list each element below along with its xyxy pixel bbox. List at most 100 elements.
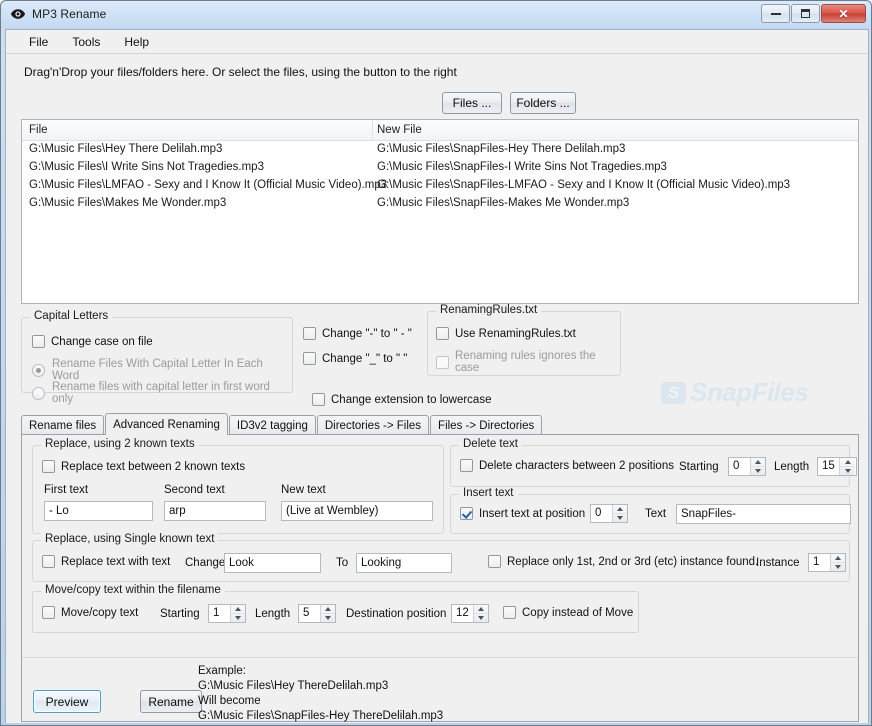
stepper-up-icon[interactable] bbox=[831, 554, 845, 563]
folders-button[interactable]: Folders ... bbox=[510, 92, 576, 114]
stepper-arrows[interactable] bbox=[830, 554, 845, 571]
capital-letters-group: Capital Letters Change case on file Rena… bbox=[21, 310, 293, 405]
example-source: G:\Music Files\Hey ThereDelilah.mp3 bbox=[198, 680, 389, 692]
tab-files-to-directories[interactable]: Files -> Directories bbox=[430, 415, 543, 435]
column-separator bbox=[372, 120, 373, 141]
delete-text-legend: Delete text bbox=[459, 438, 522, 450]
stepper-arrows[interactable] bbox=[473, 605, 488, 622]
tab-rename-files[interactable]: Rename files bbox=[21, 415, 105, 435]
cell-file: G:\Music Files\Makes Me Wonder.mp3 bbox=[29, 197, 227, 209]
stepper-arrows[interactable] bbox=[230, 605, 245, 622]
stepper-up-icon[interactable] bbox=[321, 605, 335, 614]
stepper-arrows[interactable] bbox=[750, 458, 765, 475]
stepper-down-icon[interactable] bbox=[831, 563, 845, 571]
move-length-stepper[interactable]: 5 bbox=[298, 604, 336, 623]
use-renaming-rules-checkbox[interactable]: Use RenamingRules.txt bbox=[436, 327, 576, 340]
checkbox-label: Renaming rules ignores the case bbox=[455, 350, 596, 374]
table-row[interactable]: G:\Music Files\I Write Sins Not Tragedie… bbox=[22, 159, 858, 177]
tab-advanced-renaming[interactable]: Advanced Renaming bbox=[105, 413, 228, 435]
checkbox-label: Delete characters between 2 positions bbox=[479, 459, 674, 472]
checkbox-box bbox=[42, 460, 55, 473]
tab-id3v2-tagging[interactable]: ID3v2 tagging bbox=[228, 415, 316, 435]
example-block: Example: G:\Music Files\Hey ThereDelilah… bbox=[198, 664, 443, 724]
delete-characters-checkbox[interactable]: Delete characters between 2 positions bbox=[460, 459, 674, 472]
tab-directories-to-files[interactable]: Directories -> Files bbox=[316, 415, 430, 435]
move-length-label: Length bbox=[255, 608, 291, 620]
stepper-down-icon[interactable] bbox=[474, 614, 488, 622]
stepper-up-icon[interactable] bbox=[231, 605, 245, 614]
radio-capital-each-word[interactable]: Rename Files With Capital Letter In Each… bbox=[32, 358, 292, 382]
change-extension-lowercase-checkbox[interactable]: Change extension to lowercase bbox=[312, 393, 491, 406]
menu-help[interactable]: Help bbox=[113, 32, 160, 52]
change-dash-checkbox[interactable]: Change "-" to " - " bbox=[303, 327, 412, 340]
stepper-value: 1 bbox=[213, 607, 220, 619]
first-text-input[interactable] bbox=[44, 501, 153, 521]
app-root: MP3 Rename ✕ File Tools Help Drag'n'Drop… bbox=[0, 0, 872, 726]
change-text-input[interactable] bbox=[224, 553, 321, 573]
eye-icon bbox=[10, 9, 26, 19]
footer-divider bbox=[22, 657, 858, 658]
move-copy-text-checkbox[interactable]: Move/copy text bbox=[42, 606, 138, 619]
move-starting-stepper[interactable]: 1 bbox=[208, 604, 246, 623]
change-case-on-file-checkbox[interactable]: Change case on file bbox=[32, 335, 153, 348]
to-text-input[interactable] bbox=[356, 553, 452, 573]
instance-stepper[interactable]: 1 bbox=[808, 553, 846, 572]
minimize-button[interactable] bbox=[761, 4, 790, 23]
checkbox-label: Copy instead of Move bbox=[522, 606, 634, 619]
radio-circle bbox=[32, 363, 45, 377]
close-button[interactable]: ✕ bbox=[821, 4, 866, 23]
advanced-renaming-panel: Replace, using 2 known texts Replace tex… bbox=[21, 434, 859, 722]
stepper-up-icon[interactable] bbox=[613, 505, 627, 514]
replace-between-two-texts-checkbox[interactable]: Replace text between 2 known texts bbox=[42, 460, 245, 473]
window-title: MP3 Rename bbox=[32, 7, 107, 21]
menu-file[interactable]: File bbox=[18, 32, 59, 52]
column-header-new-file[interactable]: New File bbox=[377, 124, 422, 136]
second-text-label: Second text bbox=[164, 484, 225, 496]
stepper-value: 5 bbox=[303, 607, 310, 619]
checkbox-label: Change case on file bbox=[51, 335, 153, 348]
insert-text-label: Text bbox=[645, 508, 667, 520]
rename-button[interactable]: Rename bbox=[140, 690, 202, 713]
insert-text-at-position-checkbox[interactable]: Insert text at position bbox=[460, 507, 585, 520]
insert-position-stepper[interactable]: 0 bbox=[590, 504, 628, 523]
menu-tools[interactable]: Tools bbox=[61, 32, 111, 52]
stepper-arrows[interactable] bbox=[612, 505, 627, 522]
files-button[interactable]: Files ... bbox=[442, 92, 502, 114]
delete-length-stepper[interactable]: 15 bbox=[817, 457, 857, 476]
example-result: G:\Music Files\SnapFiles-Hey ThereDelila… bbox=[198, 710, 444, 722]
maximize-button[interactable] bbox=[791, 4, 820, 23]
stepper-down-icon[interactable] bbox=[751, 467, 765, 475]
stepper-value: 1 bbox=[813, 556, 820, 568]
destination-position-stepper[interactable]: 12 bbox=[451, 604, 489, 623]
stepper-up-icon[interactable] bbox=[751, 458, 765, 467]
stepper-up-icon[interactable] bbox=[840, 458, 855, 467]
preview-button[interactable]: Preview bbox=[33, 690, 101, 713]
stepper-arrows[interactable] bbox=[839, 458, 855, 475]
replace-text-with-text-checkbox[interactable]: Replace text with text bbox=[42, 555, 170, 568]
renaming-rules-ignore-case-checkbox[interactable]: Renaming rules ignores the case bbox=[436, 350, 620, 374]
stepper-up-icon[interactable] bbox=[474, 605, 488, 614]
table-row[interactable]: G:\Music Files\Hey There Delilah.mp3 G:\… bbox=[22, 141, 858, 159]
stepper-down-icon[interactable] bbox=[613, 514, 627, 522]
radio-label: Rename files with capital letter in firs… bbox=[52, 381, 270, 405]
delete-starting-stepper[interactable]: 0 bbox=[728, 457, 766, 476]
stepper-down-icon[interactable] bbox=[231, 614, 245, 622]
table-row[interactable]: G:\Music Files\Makes Me Wonder.mp3 G:\Mu… bbox=[22, 195, 858, 213]
checkbox-box bbox=[436, 327, 449, 340]
table-row[interactable]: G:\Music Files\LMFAO - Sexy and I Know I… bbox=[22, 177, 858, 195]
drop-hint-row: Drag'n'Drop your files/folders here. Or … bbox=[6, 55, 868, 93]
stepper-down-icon[interactable] bbox=[840, 467, 855, 475]
column-header-file[interactable]: File bbox=[29, 124, 48, 136]
replace-instance-checkbox[interactable]: Replace only 1st, 2nd or 3rd (etc) insta… bbox=[488, 555, 758, 568]
cell-new-file: G:\Music Files\SnapFiles-Makes Me Wonder… bbox=[377, 197, 630, 209]
stepper-down-icon[interactable] bbox=[321, 614, 335, 622]
change-underscore-checkbox[interactable]: Change "_" to " " bbox=[303, 352, 407, 365]
radio-capital-first-word[interactable]: Rename files with capital letter in firs… bbox=[32, 381, 292, 405]
copy-instead-of-move-checkbox[interactable]: Copy instead of Move bbox=[503, 606, 633, 619]
stepper-arrows[interactable] bbox=[320, 605, 335, 622]
insert-text-input[interactable] bbox=[676, 504, 851, 524]
change-label: Change bbox=[185, 557, 226, 569]
file-list[interactable]: File New File G:\Music Files\Hey There D… bbox=[21, 119, 859, 304]
new-text-input[interactable] bbox=[281, 501, 433, 521]
second-text-input[interactable] bbox=[164, 501, 266, 521]
